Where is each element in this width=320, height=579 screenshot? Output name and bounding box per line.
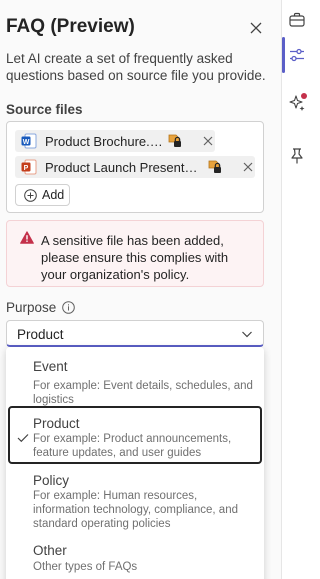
pin-icon[interactable]	[288, 147, 306, 165]
file-chip: W Product Brochure.docx	[15, 130, 215, 152]
remove-file-icon[interactable]	[201, 134, 215, 148]
option-description: For example: Human resources, informatio…	[33, 490, 238, 530]
option-title: Policy	[33, 473, 70, 488]
powerpoint-file-icon: P	[21, 159, 37, 175]
warning-icon	[20, 231, 34, 244]
briefcase-icon[interactable]	[288, 11, 306, 29]
right-rail	[281, 0, 310, 579]
purpose-label: Purpose	[6, 300, 57, 315]
option-description: For example: Event details, schedules, a…	[33, 380, 253, 406]
close-button[interactable]	[246, 18, 266, 38]
add-circle-icon	[24, 188, 37, 202]
word-file-icon: W	[21, 133, 37, 149]
purpose-options-list: Event For example: Event details, schedu…	[6, 347, 264, 579]
purpose-label-row: Purpose	[6, 300, 76, 315]
close-icon	[250, 22, 262, 34]
info-icon[interactable]	[62, 301, 76, 314]
option-other[interactable]: Other Other types of FAQs	[8, 540, 262, 576]
option-description: For example: Product announcements, feat…	[33, 433, 232, 459]
source-files-box: W Product Brochure.docx P Product Launch…	[6, 121, 264, 213]
svg-text:W: W	[23, 139, 30, 146]
panel-title: FAQ (Preview)	[6, 16, 135, 37]
file-name: Product Launch Presentatio...	[45, 159, 200, 175]
checkmark-icon	[17, 434, 29, 443]
remove-file-icon[interactable]	[241, 160, 255, 174]
option-title: Other	[33, 543, 67, 558]
source-files-label: Source files	[6, 102, 83, 117]
chevron-down-icon	[242, 331, 252, 338]
option-product[interactable]: Product For example: Product announcemen…	[8, 406, 262, 464]
panel-description: Let AI create a set of frequently asked …	[6, 51, 266, 83]
purpose-dropdown[interactable]: Product	[6, 320, 264, 347]
option-event[interactable]: Event For example: Event details, schedu…	[8, 355, 262, 407]
sensitivity-lock-icon	[208, 160, 221, 173]
sensitivity-warning: A sensitive file has been added, please …	[6, 220, 264, 287]
add-label: Add	[42, 188, 65, 202]
notification-dot	[301, 93, 307, 99]
option-policy[interactable]: Policy For example: Human resources, inf…	[8, 469, 262, 537]
svg-text:P: P	[24, 165, 29, 172]
sensitivity-lock-icon	[168, 134, 181, 147]
app-root: FAQ (Preview) Let AI create a set of fre…	[0, 0, 310, 579]
purpose-selected-value: Product	[17, 327, 64, 342]
warning-text: A sensitive file has been added, please …	[41, 233, 229, 282]
file-chip: P Product Launch Presentatio...	[15, 156, 255, 178]
option-description: Other types of FAQs	[33, 561, 138, 573]
option-title: Product	[33, 416, 80, 431]
rail-active-indicator	[282, 37, 285, 73]
option-title: Event	[33, 359, 68, 374]
file-name: Product Brochure.docx	[45, 133, 167, 149]
sliders-icon[interactable]	[288, 46, 306, 64]
faq-panel: FAQ (Preview) Let AI create a set of fre…	[0, 0, 281, 579]
add-file-button[interactable]: Add	[15, 184, 70, 206]
